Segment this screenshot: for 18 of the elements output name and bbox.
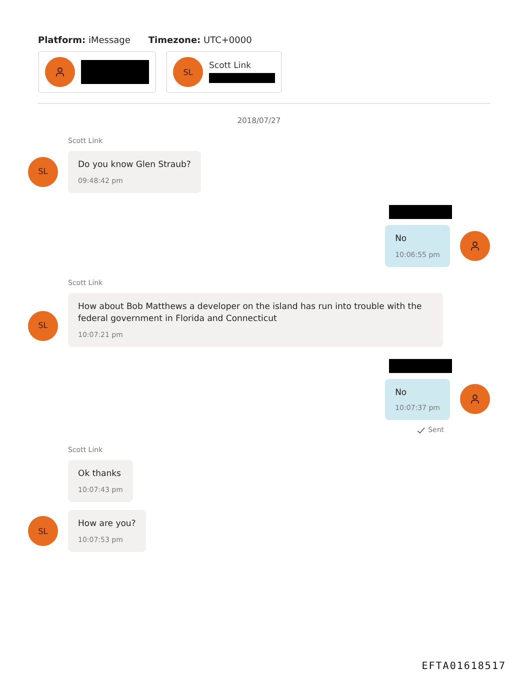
message-text: No [395,234,408,246]
participant-name: Scott Link [209,61,252,71]
message-text: No [395,388,408,400]
person-icon [55,67,65,77]
check-icon [417,426,426,434]
avatar: SL [173,57,203,87]
person-icon [470,394,480,404]
message-text: How about Bob Matthews a developer on the island has run into trouble with the federal government in Florida and Connecticut [78,302,423,326]
message-text: How are you? [78,519,136,532]
person-icon [470,240,480,251]
avatar: SL [28,156,58,187]
message-text: Ok thanks [78,469,122,482]
message-text: Do you know Glen Straub? [78,160,191,172]
avatar: SL [28,516,58,546]
platform-label: Platform: iMessage [38,36,130,46]
avatar: SL [28,310,58,341]
timezone-label: Timezone: UTC+0000 [148,36,252,46]
document-id-label: EFTA01618517 [422,661,506,672]
